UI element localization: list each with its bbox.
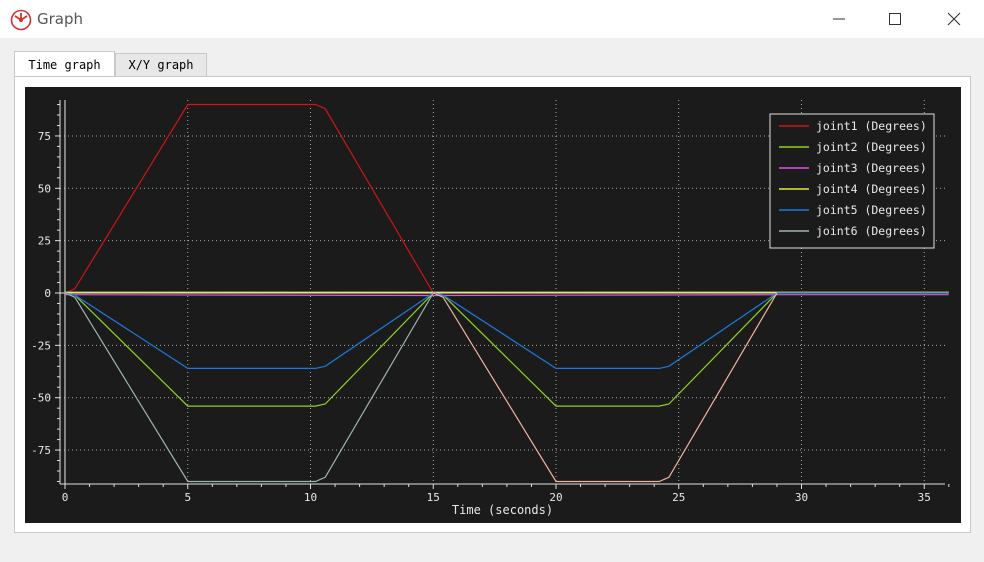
series-line-2	[64, 292, 949, 407]
chart-legend: joint1 (Degrees) joint2 (Degrees) joint3 (…	[769, 113, 935, 249]
x-tick-label: 0	[62, 491, 69, 504]
y-tick-label: 0	[44, 287, 51, 300]
x-tick-label: 35	[918, 491, 931, 504]
series-line-6	[64, 292, 434, 483]
series-line-7	[433, 292, 778, 483]
time-graph-chart: 0 5 10 15 20 25 30 357550250-25-50-75Time (seco…	[31, 100, 950, 517]
x-axis-label: Time (seconds)	[452, 503, 553, 517]
x-tick-label: 10	[304, 491, 317, 504]
legend-label: joint1 (Degrees)	[816, 119, 927, 133]
y-tick-label: 50	[38, 182, 51, 195]
y-tick-label: -50	[31, 392, 51, 405]
series-line-3	[64, 294, 949, 297]
x-tick-label: 15	[427, 491, 440, 504]
x-tick-label: 30	[795, 491, 808, 504]
y-tick-label: 25	[38, 235, 51, 248]
y-tick-label: 75	[38, 130, 51, 143]
series-line-1	[64, 103, 434, 294]
legend-label: joint5 (Degrees)	[816, 203, 927, 217]
x-tick-label: 25	[672, 491, 685, 504]
y-tick-label: -75	[31, 444, 51, 457]
legend-label: joint6 (Degrees)	[816, 224, 927, 238]
legend-label: joint2 (Degrees)	[816, 140, 927, 154]
legend-label: joint4 (Degrees)	[816, 182, 927, 196]
y-tick-label: -25	[31, 339, 51, 352]
legend-label: joint3 (Degrees)	[816, 161, 927, 175]
x-tick-label: 5	[184, 491, 191, 504]
